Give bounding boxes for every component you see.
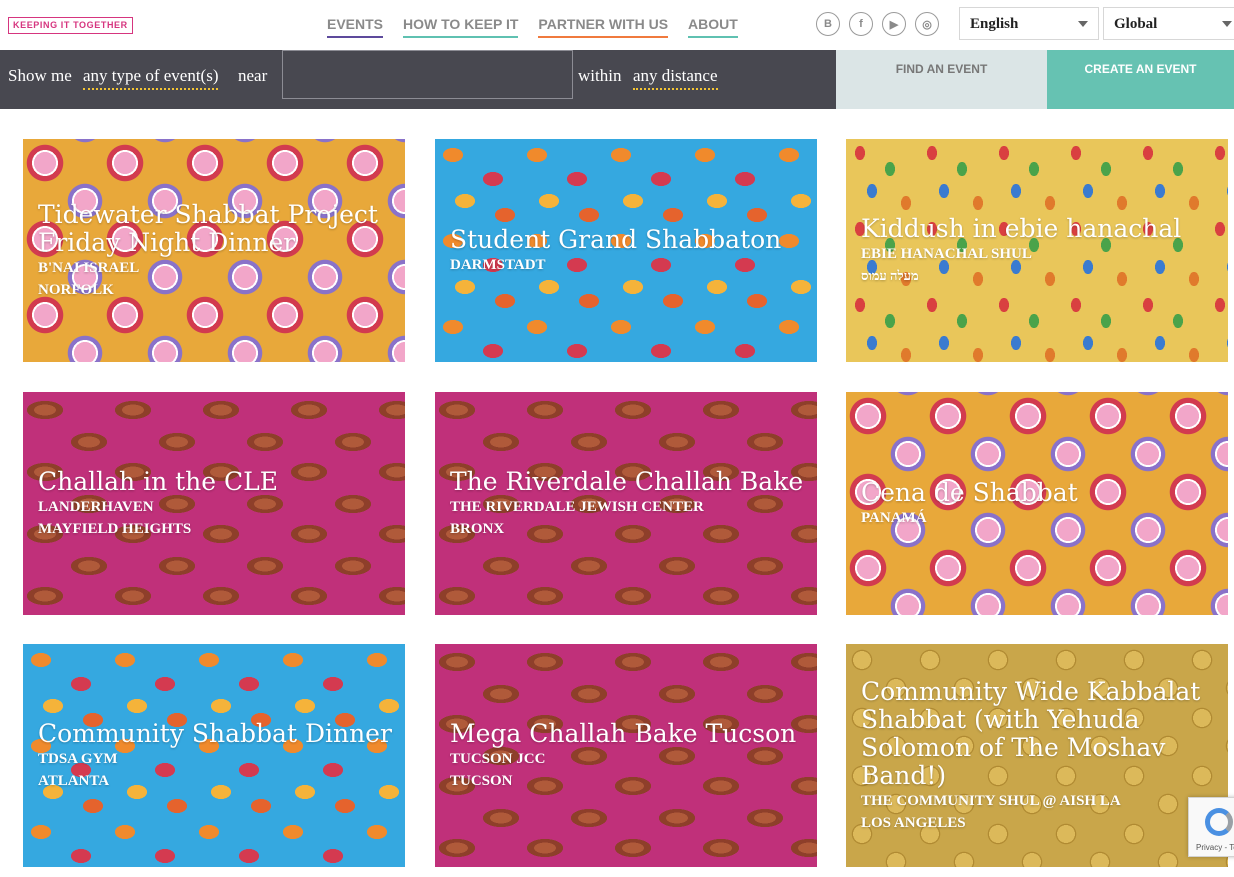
instagram-icon[interactable]: ◎ xyxy=(915,12,939,36)
event-venue: TUCSON JCC xyxy=(450,750,546,767)
event-title: Mega Challah Bake Tucson xyxy=(450,718,797,748)
event-venue: DARMSTADT xyxy=(450,256,546,273)
event-card[interactable]: Challah in the CLE LANDERHAVEN MAYFIELD … xyxy=(23,392,405,615)
event-card[interactable]: Community Shabbat Dinner TDSA GYM ATLANT… xyxy=(23,644,405,867)
event-title: Cena de Shabbat xyxy=(861,477,1078,507)
event-title: Challah in the CLE xyxy=(38,466,278,496)
event-venue: THE COMMUNITY SHUL @ AISH LA xyxy=(861,792,1121,809)
blog-icon[interactable]: B xyxy=(816,12,840,36)
main-nav: EVENTS HOW TO KEEP IT PARTNER WITH US AB… xyxy=(327,16,738,38)
site-header: KEEPING IT TOGETHER EVENTS HOW TO KEEP I… xyxy=(0,0,1234,50)
youtube-icon[interactable]: ▶ xyxy=(882,12,906,36)
event-title: Tidewater Shabbat Project Friday Night D… xyxy=(38,199,378,257)
event-search-bar: Show me any type of event(s) near within… xyxy=(0,50,836,109)
event-venue: EBIE HANACHAL SHUL xyxy=(861,245,1032,262)
event-city: מעלה עמוס xyxy=(861,267,919,283)
event-card[interactable]: Community Wide Kabbalat Shabbat (with Ye… xyxy=(846,644,1228,867)
create-event-button[interactable]: CREATE AN EVENT xyxy=(1047,50,1234,109)
region-select[interactable]: Global xyxy=(1103,7,1234,40)
event-venue: LANDERHAVEN xyxy=(38,498,154,515)
event-city: LOS ANGELES xyxy=(861,814,966,831)
event-venue: B'NAI ISRAEL xyxy=(38,259,140,276)
location-input[interactable] xyxy=(282,50,573,99)
event-city: MAYFIELD HEIGHTS xyxy=(38,520,192,537)
event-type-selector[interactable]: any type of event(s) xyxy=(83,66,219,90)
event-card[interactable]: Student Grand Shabbaton DARMSTADT xyxy=(435,139,817,362)
event-venue: PANAMÁ xyxy=(861,509,927,526)
event-card[interactable]: Mega Challah Bake Tucson TUCSON JCC TUCS… xyxy=(435,644,817,867)
event-title: Kiddush in ebie hanachal xyxy=(861,213,1182,243)
find-event-button[interactable]: FIND AN EVENT xyxy=(836,50,1047,109)
event-city: TUCSON xyxy=(450,772,513,789)
social-links: B f ▶ ◎ xyxy=(816,12,939,36)
language-select[interactable]: English xyxy=(959,7,1099,40)
near-label: near xyxy=(238,66,268,85)
site-logo[interactable]: KEEPING IT TOGETHER xyxy=(8,17,133,34)
region-select-value: Global xyxy=(1114,16,1158,32)
chevron-down-icon xyxy=(1222,21,1232,27)
event-city: ATLANTA xyxy=(38,772,110,789)
event-venue: TDSA GYM xyxy=(38,750,118,767)
chevron-down-icon xyxy=(1078,21,1088,27)
event-city: BRONX xyxy=(450,520,505,537)
event-city: NORFOLK xyxy=(38,281,114,298)
event-card[interactable]: Tidewater Shabbat Project Friday Night D… xyxy=(23,139,405,362)
event-venue: THE RIVERDALE JEWISH CENTER xyxy=(450,498,704,515)
nav-about-link[interactable]: ABOUT xyxy=(688,16,738,38)
nav-partner-with-us-link[interactable]: PARTNER WITH US xyxy=(538,16,669,38)
event-card[interactable]: Kiddush in ebie hanachal EBIE HANACHAL S… xyxy=(846,139,1228,362)
facebook-icon[interactable]: f xyxy=(849,12,873,36)
within-label: within xyxy=(578,66,622,85)
recaptcha-badge[interactable]: Privacy - Te xyxy=(1188,797,1234,857)
nav-events-link[interactable]: EVENTS xyxy=(327,16,384,38)
distance-selector[interactable]: any distance xyxy=(633,66,718,90)
event-title: The Riverdale Challah Bake xyxy=(450,466,804,496)
language-select-value: English xyxy=(970,16,1019,32)
recaptcha-icon xyxy=(1205,808,1233,836)
event-title: Community Wide Kabbalat Shabbat (with Ye… xyxy=(861,676,1201,790)
event-card[interactable]: The Riverdale Challah Bake THE RIVERDALE… xyxy=(435,392,817,615)
nav-how-to-keep-it-link[interactable]: HOW TO KEEP IT xyxy=(403,16,519,38)
recaptcha-privacy-text: Privacy - Te xyxy=(1196,843,1234,852)
event-card[interactable]: Cena de Shabbat PANAMÁ xyxy=(846,392,1228,615)
event-title: Student Grand Shabbaton xyxy=(450,224,782,254)
event-title: Community Shabbat Dinner xyxy=(38,718,392,748)
show-me-label: Show me xyxy=(8,66,72,85)
